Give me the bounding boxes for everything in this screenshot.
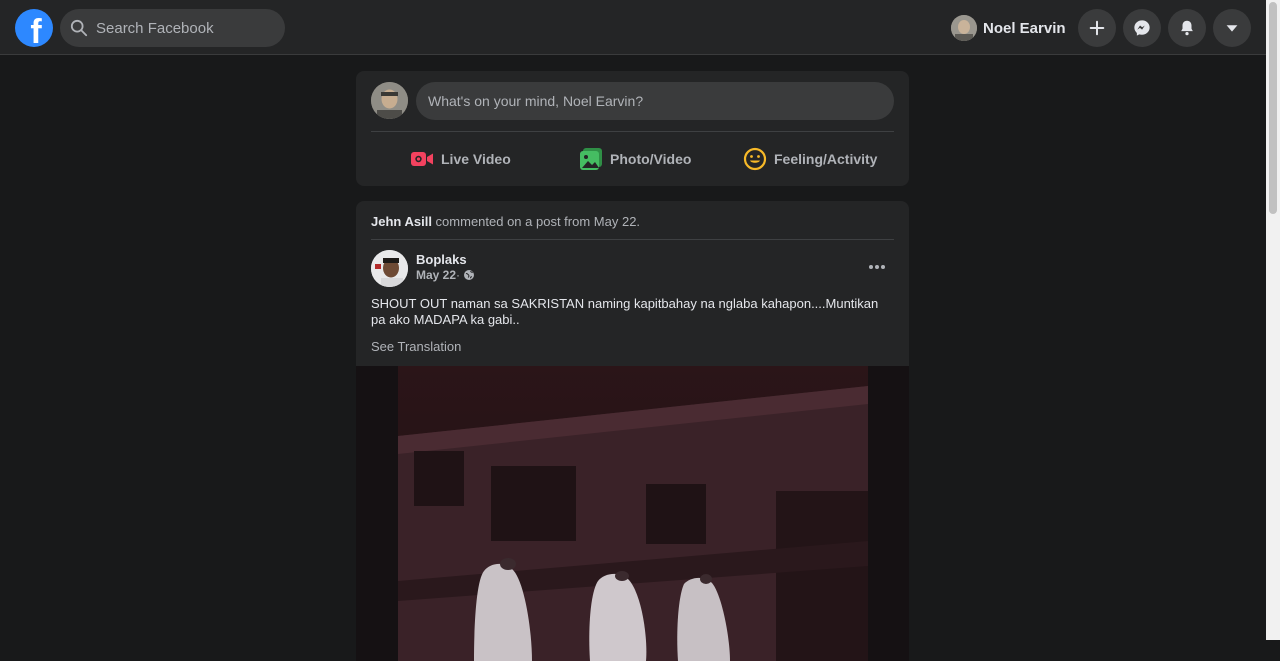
messenger-button[interactable] xyxy=(1123,9,1161,47)
globe-icon xyxy=(464,270,475,280)
author-avatar[interactable] xyxy=(371,250,408,287)
live-video-label: Live Video xyxy=(441,151,511,167)
post-meta: May 22 · xyxy=(416,268,475,282)
live-video-button[interactable]: Live Video xyxy=(410,143,511,175)
meta-separator: · xyxy=(456,268,461,282)
feeling-activity-label: Feeling/Activity xyxy=(774,151,878,167)
post-options-button[interactable] xyxy=(861,253,893,281)
photo-video-button[interactable]: Photo/Video xyxy=(579,143,691,175)
facebook-f-icon: f xyxy=(30,13,42,47)
avatar xyxy=(951,15,977,41)
search-icon xyxy=(70,19,88,37)
divider xyxy=(371,131,894,132)
post-date[interactable]: May 22 xyxy=(416,268,456,282)
photo-video-icon xyxy=(580,148,602,170)
more-options-icon xyxy=(869,265,885,269)
feed-post: Jehn Asill commented on a post from May … xyxy=(356,201,909,661)
post-text: SHOUT OUT naman sa SAKRISTAN naming kapi… xyxy=(371,296,879,327)
feeling-icon xyxy=(743,147,767,171)
photo-video-label: Photo/Video xyxy=(610,151,692,167)
activity-actor-link[interactable]: Jehn Asill xyxy=(371,214,432,229)
live-video-icon xyxy=(411,152,433,166)
account-menu-button[interactable] xyxy=(1213,9,1251,47)
divider xyxy=(371,239,894,240)
post-composer: What's on your mind, Noel Earvin? Live V… xyxy=(356,71,909,186)
facebook-logo[interactable]: f xyxy=(15,9,53,47)
search-input[interactable] xyxy=(94,18,278,38)
whats-on-your-mind-input[interactable]: What's on your mind, Noel Earvin? xyxy=(416,82,894,120)
avatar[interactable] xyxy=(371,82,408,119)
scrollbar-thumb[interactable] xyxy=(1269,2,1277,214)
post-photo[interactable] xyxy=(356,366,909,661)
activity-text: commented on a post from May 22. xyxy=(431,214,641,229)
bell-icon xyxy=(1181,20,1193,36)
search-box[interactable] xyxy=(60,9,285,47)
activity-header: Jehn Asill commented on a post from May … xyxy=(371,214,640,229)
feeling-activity-button[interactable]: Feeling/Activity xyxy=(743,143,877,175)
messenger-icon xyxy=(1134,20,1150,36)
plus-icon xyxy=(1089,20,1105,36)
create-button[interactable] xyxy=(1078,9,1116,47)
caret-down-icon xyxy=(1226,25,1238,32)
profile-name: Noel Earvin xyxy=(983,19,1066,37)
post-author[interactable]: Boplaks xyxy=(416,252,467,267)
top-navigation-bar: f Noel Earvin xyxy=(0,0,1266,55)
page-scrollbar[interactable] xyxy=(1266,0,1280,640)
profile-shortcut[interactable]: Noel Earvin xyxy=(948,12,1074,44)
see-translation-link[interactable]: See Translation xyxy=(371,339,461,354)
notifications-button[interactable] xyxy=(1168,9,1206,47)
